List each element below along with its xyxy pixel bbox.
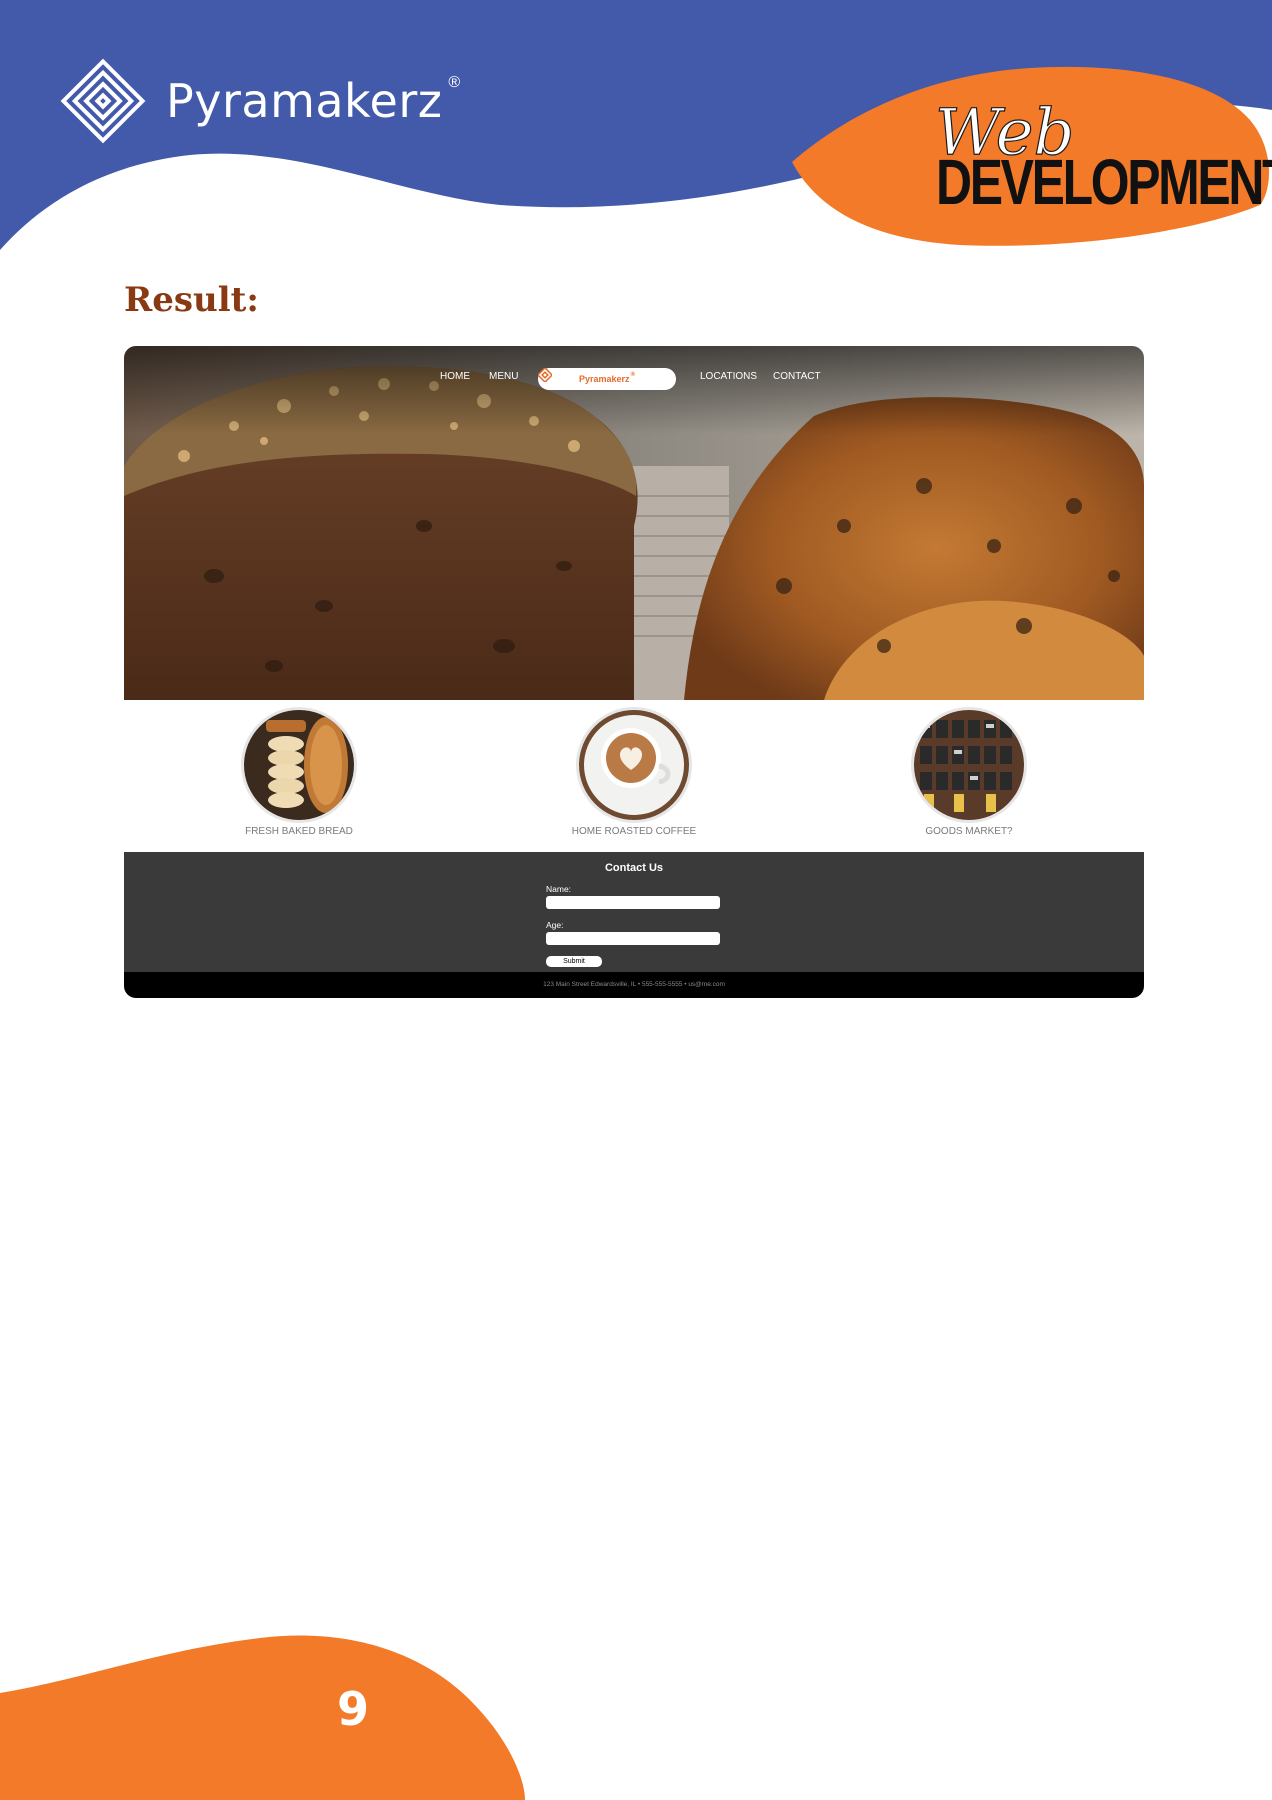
age-label: Age: bbox=[546, 920, 564, 930]
feature-coffee-label: HOME ROASTED COFFEE bbox=[571, 826, 697, 837]
page-number: 9 bbox=[336, 1682, 369, 1736]
nav-locations-link[interactable]: LOCATIONS bbox=[700, 371, 757, 382]
submit-button[interactable]: Submit bbox=[546, 956, 602, 967]
nav-logo-pill[interactable]: Pyramakerz ® bbox=[538, 368, 676, 390]
small-logo-icon bbox=[538, 368, 552, 382]
site-footer: 123 Main Street Edwardsville, IL • 555-5… bbox=[124, 972, 1144, 998]
nav-logo-text: Pyramakerz bbox=[579, 374, 630, 384]
feature-market[interactable]: GOODS MARKET? bbox=[869, 710, 1069, 837]
contact-section: Contact Us Name: Age: Submit bbox=[124, 852, 1144, 972]
name-label: Name: bbox=[546, 884, 572, 894]
coffee-cup-icon bbox=[579, 710, 689, 820]
feature-coffee[interactable]: HOME ROASTED COFFEE bbox=[534, 710, 734, 837]
feature-bread[interactable]: FRESH BAKED BREAD bbox=[199, 710, 399, 837]
website-preview: HOME MENU Pyramakerz ® LOCATIONS CONTACT bbox=[124, 346, 1144, 998]
pyramakerz-logo-icon bbox=[60, 58, 146, 144]
site-nav: HOME MENU Pyramakerz ® LOCATIONS CONTACT bbox=[124, 368, 1144, 390]
age-input[interactable] bbox=[546, 932, 720, 945]
market-image bbox=[914, 710, 1024, 820]
hero-banner: HOME MENU Pyramakerz ® LOCATIONS CONTACT bbox=[124, 346, 1144, 700]
contact-title: Contact Us bbox=[604, 862, 664, 874]
nav-menu-link[interactable]: MENU bbox=[489, 371, 518, 382]
nav-home-link[interactable]: HOME bbox=[440, 371, 470, 382]
hero-bread-photo bbox=[124, 346, 1144, 700]
feature-bread-label: FRESH BAKED BREAD bbox=[245, 826, 353, 837]
coffee-image bbox=[579, 710, 689, 820]
course-title: DEVELOPMENT bbox=[936, 146, 1272, 218]
bread-image bbox=[244, 710, 354, 820]
name-input[interactable] bbox=[546, 896, 720, 909]
feature-row: FRESH BAKED BREAD HOME ROASTED COFFEE GO… bbox=[124, 700, 1144, 852]
brand-logo: Pyramakerz ® bbox=[60, 58, 460, 144]
bread-photo-icon bbox=[244, 710, 354, 820]
feature-market-label: GOODS MARKET? bbox=[925, 826, 1013, 837]
footer-orange-blob bbox=[0, 1635, 525, 1800]
registered-mark: ® bbox=[448, 74, 461, 91]
market-shelf-icon bbox=[914, 710, 1024, 820]
nav-contact-link[interactable]: CONTACT bbox=[773, 371, 821, 382]
section-heading: Result: bbox=[124, 280, 259, 320]
brand-name: Pyramakerz bbox=[166, 74, 443, 128]
footer-address: 123 Main Street Edwardsville, IL • 555-5… bbox=[543, 981, 725, 988]
nav-logo-mark: ® bbox=[630, 372, 635, 378]
